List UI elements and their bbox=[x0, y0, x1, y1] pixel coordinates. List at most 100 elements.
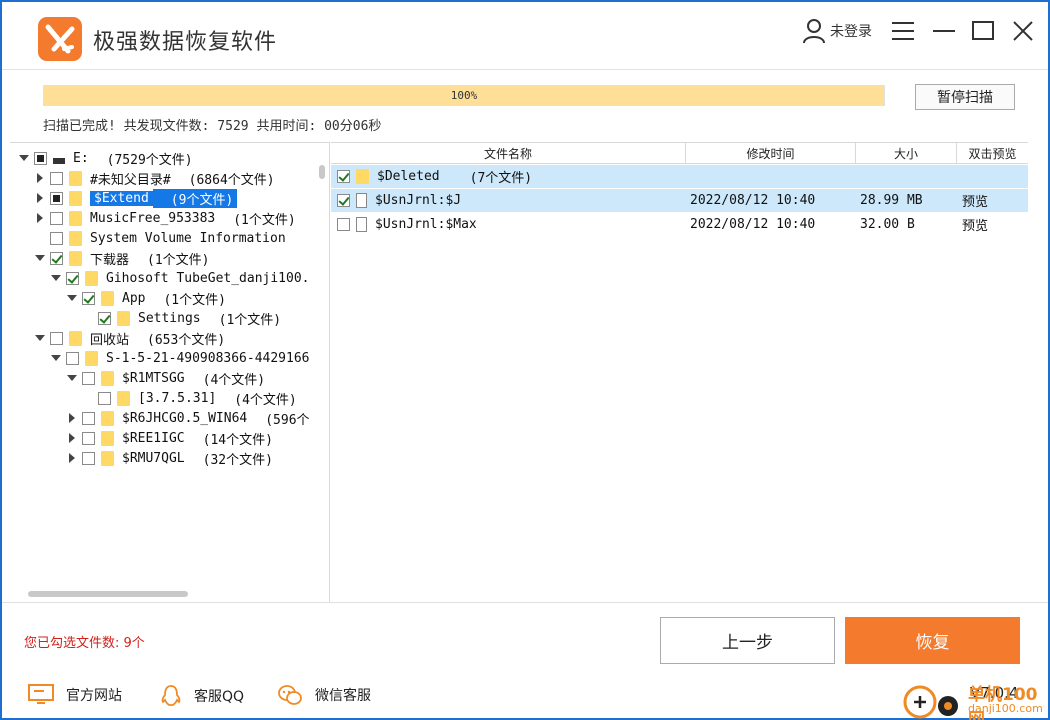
tree-node[interactable]: App (1个文件) bbox=[66, 288, 226, 308]
tree-checkbox[interactable] bbox=[34, 151, 47, 165]
tree-node[interactable]: $REE1IGC (14个文件) bbox=[66, 428, 273, 448]
tree-checkbox[interactable] bbox=[82, 371, 95, 385]
scan-status-text: 扫描已完成! 共发现文件数: 7529 共用时间: 00分06秒 bbox=[43, 119, 382, 134]
file-checkbox[interactable] bbox=[337, 218, 350, 231]
tree-checkbox[interactable] bbox=[82, 451, 95, 465]
expand-arrow-icon[interactable] bbox=[66, 412, 78, 424]
tree-node-label: $Extend bbox=[90, 190, 153, 206]
drive-icon bbox=[53, 158, 65, 164]
minimize-icon[interactable] bbox=[929, 16, 959, 46]
tree-node-count: (596个 bbox=[265, 412, 310, 428]
tree-node[interactable]: #未知父目录# (6864个文件) bbox=[34, 168, 275, 188]
official-website-label: 官方网站 bbox=[66, 688, 122, 704]
tree-checkbox[interactable] bbox=[82, 431, 95, 445]
scrollbar-thumb[interactable] bbox=[28, 591, 188, 597]
tree-checkbox[interactable] bbox=[50, 171, 63, 185]
folder-icon bbox=[85, 350, 98, 366]
collapse-arrow-icon[interactable] bbox=[34, 332, 46, 344]
folder-icon bbox=[101, 430, 114, 446]
file-row[interactable]: $UsnJrnl:$Max 2022/08/12 10:40 32.00 B 预览 bbox=[331, 213, 1028, 236]
column-header-preview[interactable]: 双击预览 bbox=[957, 143, 1028, 164]
collapse-arrow-icon[interactable] bbox=[66, 292, 78, 304]
tree-node-label: $REE1IGC bbox=[122, 430, 185, 446]
tree-checkbox[interactable] bbox=[82, 291, 95, 305]
scan-progress-bar: 100% bbox=[43, 85, 885, 106]
tree-horizontal-scrollbar[interactable] bbox=[20, 590, 320, 598]
file-name-cell: $Deleted (7个文件) bbox=[337, 165, 532, 188]
folder-icon bbox=[69, 330, 82, 346]
wechat-support-label: 微信客服 bbox=[315, 688, 371, 704]
recover-button[interactable]: 恢复 bbox=[845, 617, 1020, 664]
column-header-size[interactable]: 大小 bbox=[856, 143, 957, 164]
expand-arrow-icon[interactable] bbox=[66, 432, 78, 444]
file-checkbox[interactable] bbox=[337, 170, 350, 183]
tree-checkbox[interactable] bbox=[98, 391, 111, 405]
column-header-name[interactable]: 文件名称 bbox=[331, 143, 686, 164]
tree-node[interactable]: $RMU7QGL (32个文件) bbox=[66, 448, 273, 468]
tree-vertical-scrollbar[interactable] bbox=[317, 163, 327, 583]
folder-tree[interactable]: E: (7529个文件) #未知父目录# (6864个文件) $Extend (9个文件)… bbox=[10, 142, 330, 602]
file-row[interactable]: $Deleted (7个文件) bbox=[331, 165, 1028, 188]
expand-arrow-icon[interactable] bbox=[66, 452, 78, 464]
tree-checkbox[interactable] bbox=[82, 411, 95, 425]
tree-node-label: [3.7.5.31] bbox=[138, 390, 217, 406]
preview-link[interactable]: 预览 bbox=[962, 213, 988, 236]
file-name-cell: $UsnJrnl:$Max bbox=[337, 213, 477, 236]
collapse-arrow-icon[interactable] bbox=[66, 372, 78, 384]
tree-checkbox[interactable] bbox=[66, 271, 79, 285]
tree-node[interactable]: E: (7529个文件) bbox=[18, 148, 193, 168]
tree-checkbox[interactable] bbox=[98, 311, 111, 325]
login-button[interactable]: 未登录 bbox=[802, 16, 872, 46]
tree-node[interactable]: $R1MTSGG (4个文件) bbox=[66, 368, 265, 388]
tree-node-label: $R6JHCG0.5_WIN64 bbox=[122, 410, 248, 426]
file-checkbox[interactable] bbox=[337, 194, 350, 207]
maximize-icon[interactable] bbox=[968, 16, 998, 46]
tree-node[interactable]: Gihosoft TubeGet_danji100. bbox=[50, 268, 310, 288]
watermark-url: danji100.com bbox=[968, 702, 1043, 715]
tree-node[interactable]: Settings (1个文件) bbox=[82, 308, 281, 328]
tree-node[interactable]: 回收站 (653个文件) bbox=[34, 328, 225, 348]
tree-checkbox[interactable] bbox=[50, 231, 63, 245]
title-bar: 极强数据恢复软件 未登录 bbox=[2, 2, 1048, 70]
folder-icon bbox=[69, 250, 82, 266]
login-label: 未登录 bbox=[830, 24, 872, 40]
collapse-arrow-icon[interactable] bbox=[50, 272, 62, 284]
file-icon bbox=[356, 193, 367, 208]
tree-node[interactable]: $Extend (9个文件) bbox=[34, 188, 238, 208]
menu-icon[interactable] bbox=[888, 16, 918, 46]
column-header-time[interactable]: 修改时间 bbox=[686, 143, 856, 164]
preview-link[interactable]: 预览 bbox=[962, 189, 988, 212]
expand-arrow-icon[interactable] bbox=[34, 172, 46, 184]
expand-arrow-icon[interactable] bbox=[34, 212, 46, 224]
wechat-support-link[interactable]: 微信客服 bbox=[277, 684, 371, 706]
tree-checkbox[interactable] bbox=[50, 251, 63, 265]
file-name: $UsnJrnl:$J bbox=[375, 193, 462, 208]
watermark-logo-icon bbox=[903, 685, 958, 719]
close-icon[interactable] bbox=[1008, 16, 1038, 46]
tree-node[interactable]: $R6JHCG0.5_WIN64 (596个 bbox=[66, 408, 310, 428]
collapse-arrow-icon[interactable] bbox=[34, 252, 46, 264]
tree-checkbox[interactable] bbox=[50, 191, 63, 205]
previous-step-button[interactable]: 上一步 bbox=[660, 617, 835, 664]
expand-arrow-icon[interactable] bbox=[34, 192, 46, 204]
scrollbar-thumb[interactable] bbox=[319, 165, 325, 179]
tree-checkbox[interactable] bbox=[66, 351, 79, 365]
tree-node[interactable]: System Volume Information bbox=[34, 228, 286, 248]
collapse-arrow-icon[interactable] bbox=[50, 352, 62, 364]
tree-node[interactable]: [3.7.5.31] (4个文件) bbox=[82, 388, 297, 408]
tree-checkbox[interactable] bbox=[50, 211, 63, 225]
official-website-link[interactable]: 官方网站 bbox=[28, 684, 122, 706]
tree-checkbox[interactable] bbox=[50, 331, 63, 345]
tree-node[interactable]: 下载器 (1个文件) bbox=[34, 248, 210, 268]
tree-node[interactable]: S-1-5-21-490908366-4429166 bbox=[50, 348, 310, 368]
qq-support-link[interactable]: 客服QQ bbox=[160, 684, 244, 708]
tree-node[interactable]: MusicFree_953383 (1个文件) bbox=[34, 208, 296, 228]
pause-scan-button[interactable]: 暂停扫描 bbox=[915, 84, 1015, 110]
qq-icon bbox=[161, 685, 181, 706]
tree-node-count: (4个文件) bbox=[202, 372, 266, 388]
tree-node-count: (14个文件) bbox=[202, 432, 273, 448]
file-row[interactable]: $UsnJrnl:$J 2022/08/12 10:40 28.99 MB 预览 bbox=[331, 189, 1028, 212]
collapse-arrow-icon[interactable] bbox=[18, 152, 30, 164]
